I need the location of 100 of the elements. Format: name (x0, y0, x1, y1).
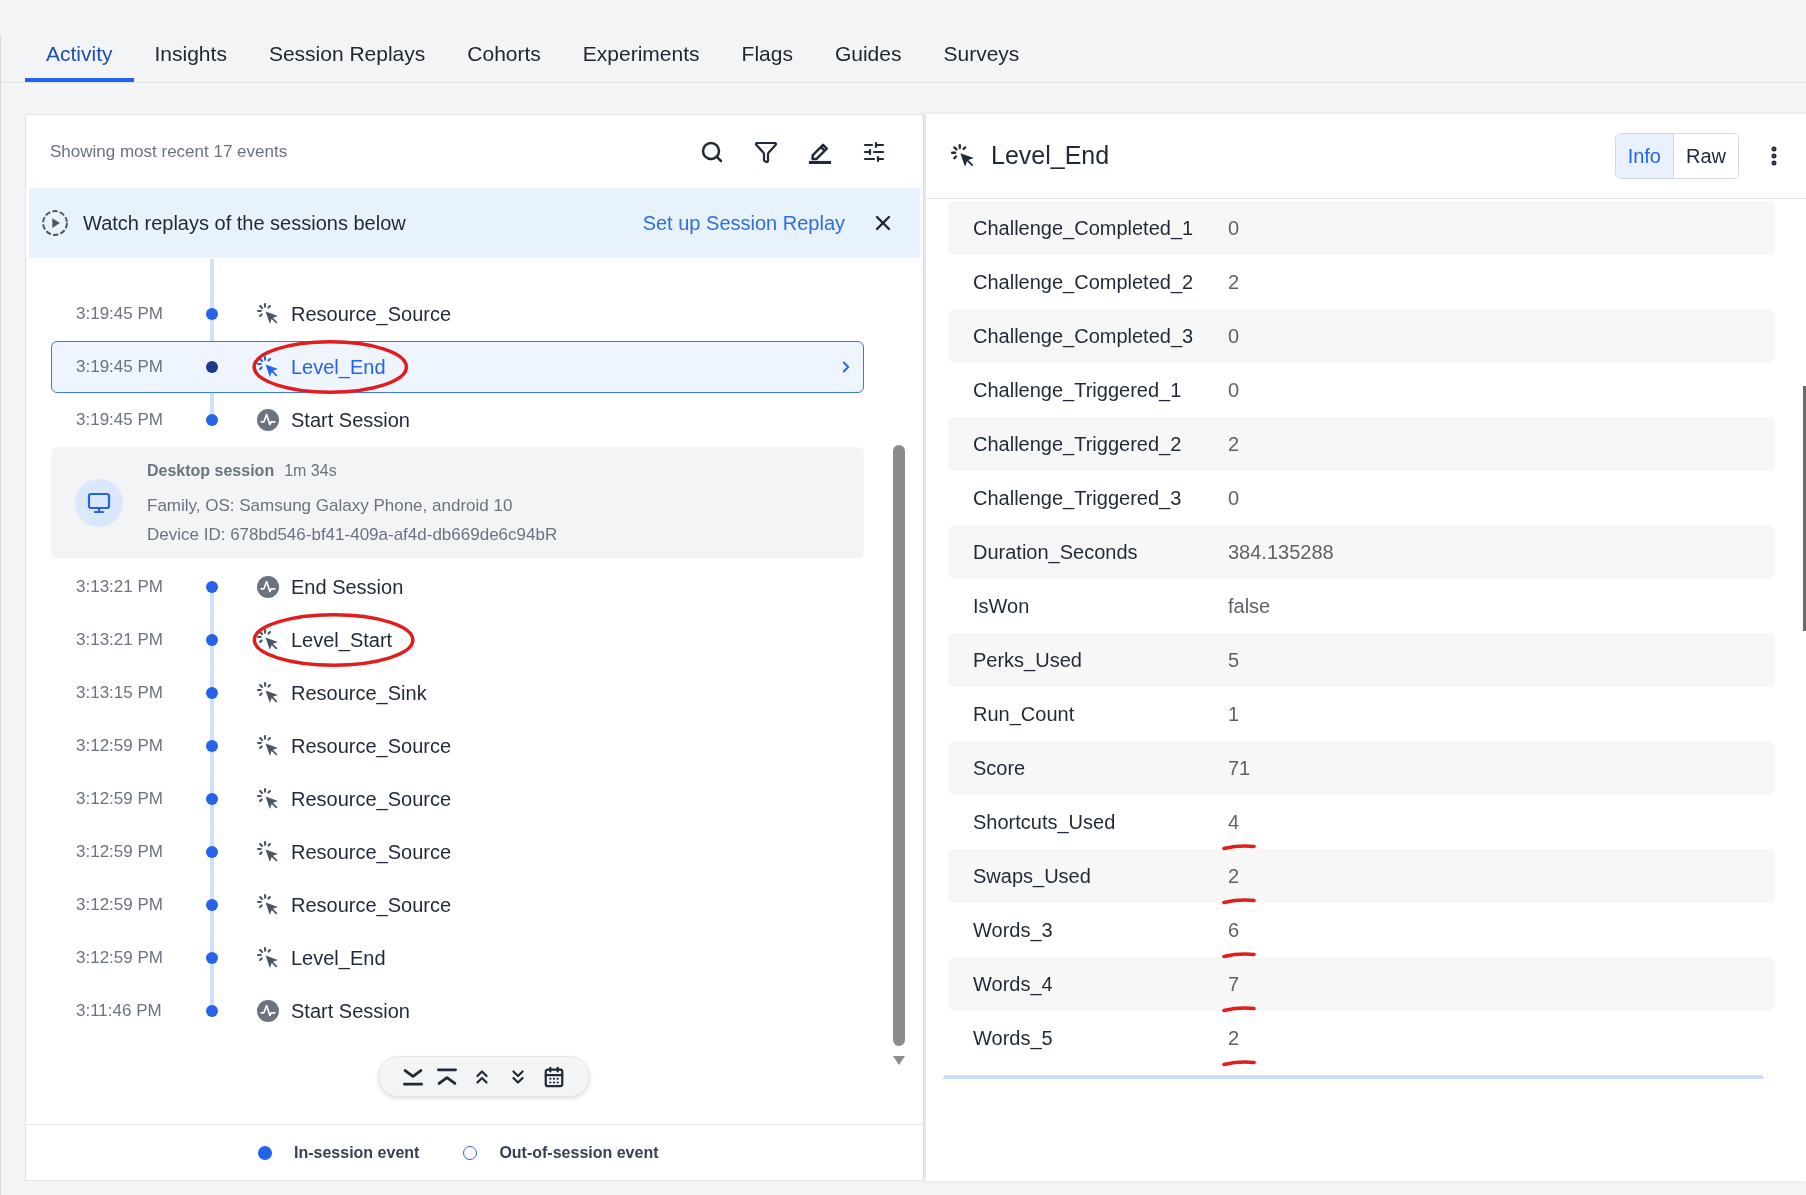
cursor-click-icon (257, 303, 279, 325)
property-value: false (1228, 595, 1271, 617)
tab[interactable]: Guides (813, 34, 923, 82)
property-key: Perks_Used (973, 645, 1228, 675)
event-row[interactable]: 3:13:15 PM Resource_Sink (51, 667, 864, 719)
property-key: IsWon (973, 591, 1228, 621)
event-name: End Session (291, 575, 404, 600)
cursor-click-icon (257, 947, 279, 969)
tab[interactable]: Session Replays (247, 34, 447, 82)
tab[interactable]: Surveys (922, 34, 1041, 82)
property-key: Challenge_Triggered_2 (973, 429, 1228, 459)
session-detail: Family, OS: Samsung Galaxy Phone, android 10 (147, 494, 514, 517)
event-row[interactable]: 3:19:45 PM Start Session (51, 394, 864, 446)
event-time: 3:13:21 PM (76, 576, 164, 599)
event-name: Level_End (291, 355, 386, 381)
event-name: Resource_Sink (291, 681, 427, 707)
event-row[interactable]: 3:12:59 PM Resource_Source (51, 720, 864, 772)
event-name: Resource_Source (291, 840, 452, 866)
event-time: 3:19:45 PM (76, 356, 164, 379)
event-time: 3:12:59 PM (76, 894, 164, 917)
cursor-click-icon (257, 682, 279, 704)
property-value: 2 (1228, 1027, 1240, 1049)
event-row[interactable]: 3:19:45 PM Level_End (51, 341, 864, 393)
property-value: 71 (1228, 757, 1251, 779)
legend-label: Out-of-session event (499, 1142, 659, 1163)
property-key: Words_3 (973, 915, 1228, 945)
filter-icon[interactable] (754, 139, 778, 164)
detail-title: Level_End (991, 140, 1110, 172)
scrollbar-thumb[interactable] (1803, 386, 1806, 631)
setup-replay-link[interactable]: Set up Session Replay (642, 208, 845, 238)
event-row[interactable]: 3:12:59 PM Level_End (51, 932, 864, 984)
property-key: Swaps_Used (973, 861, 1228, 891)
search-icon[interactable] (700, 139, 724, 164)
property-value: 4 (1228, 811, 1240, 833)
property-key: Shortcuts_Used (973, 807, 1228, 837)
property-value: 6 (1228, 919, 1240, 941)
event-row[interactable]: 3:11:46 PM Start Session (51, 985, 864, 1037)
session-detail: Device ID: 678bd546-bf41-409a-af4d-db669de6c94bR (147, 524, 558, 546)
session-title: Desktop session (147, 460, 275, 481)
property-value: 0 (1228, 325, 1240, 347)
cursor-click-icon (257, 894, 279, 916)
tab[interactable]: Cohorts (446, 34, 562, 82)
property-key: Duration_Seconds (973, 537, 1228, 567)
cursor-click-icon (257, 735, 279, 757)
chevron-down-bar-icon[interactable] (402, 1067, 423, 1086)
event-row[interactable]: 3:13:21 PM End Session (51, 561, 864, 613)
tab[interactable]: Insights (133, 34, 248, 82)
property-value: 0 (1228, 379, 1240, 401)
property-key: Score (973, 753, 1228, 783)
banner-text: Watch replays of the sessions below (83, 211, 406, 236)
event-row[interactable]: 3:13:21 PM Level_Start (51, 614, 864, 666)
event-row[interactable]: 3:12:59 PM Resource_Source (51, 773, 864, 825)
event-time: 3:12:59 PM (76, 841, 164, 864)
session-duration: 1m 34s (284, 460, 337, 481)
event-name: Resource_Source (291, 302, 452, 328)
chevron-up-bar-icon[interactable] (436, 1067, 457, 1086)
property-value: 0 (1228, 487, 1240, 509)
property-value: 2 (1228, 433, 1240, 455)
cursor-click-icon (257, 356, 279, 378)
cursor-click-icon (257, 788, 279, 810)
property-key: Run_Count (973, 699, 1228, 729)
tab[interactable]: Flags (720, 34, 814, 82)
event-time: 3:13:21 PM (76, 629, 164, 652)
view-toggle-button[interactable]: Info (1615, 134, 1673, 178)
event-time: 3:11:46 PM (76, 1000, 163, 1023)
event-row[interactable]: 3:12:59 PM Resource_Source (51, 879, 864, 931)
wave-circle-icon (257, 576, 279, 598)
property-key: Words_4 (973, 969, 1228, 999)
event-time: 3:12:59 PM (76, 735, 164, 758)
event-name: Resource_Source (291, 734, 452, 760)
scrollbar-thumb[interactable] (893, 445, 905, 1046)
property-value: 1 (1228, 703, 1240, 725)
monitor-icon (75, 479, 123, 527)
sliders-icon[interactable] (862, 139, 886, 164)
event-row[interactable]: 3:12:59 PM Resource_Source (51, 826, 864, 878)
play-circle-icon (42, 210, 68, 236)
property-key: Challenge_Triggered_3 (973, 483, 1228, 513)
event-name: Start Session (291, 408, 410, 433)
event-time: 3:19:45 PM (76, 409, 164, 432)
calendar-icon[interactable] (542, 1065, 565, 1088)
tab[interactable]: Activity (25, 34, 134, 82)
scroll-down-arrow-icon[interactable] (893, 1056, 905, 1065)
legend-label: In-session event (294, 1142, 420, 1163)
event-time: 3:12:59 PM (76, 947, 164, 970)
property-value: 7 (1228, 973, 1240, 995)
property-value: 5 (1228, 649, 1240, 671)
event-name: Level_End (291, 946, 386, 972)
event-time: 3:13:15 PM (76, 682, 164, 705)
event-row[interactable]: 3:19:45 PM Resource_Source (51, 288, 864, 340)
property-key: Challenge_Completed_2 (973, 267, 1228, 297)
event-name: Level_Start (291, 628, 393, 654)
property-value: 2 (1228, 865, 1240, 887)
event-name: Resource_Source (291, 787, 452, 813)
event-time: 3:12:59 PM (76, 788, 164, 811)
cursor-click-icon (951, 144, 975, 168)
property-value: 384.135288 (1228, 541, 1334, 563)
view-toggle-button[interactable]: Raw (1673, 134, 1738, 178)
tab[interactable]: Experiments (561, 34, 721, 82)
event-name: Resource_Source (291, 893, 452, 919)
property-key: Challenge_Triggered_1 (973, 375, 1228, 405)
